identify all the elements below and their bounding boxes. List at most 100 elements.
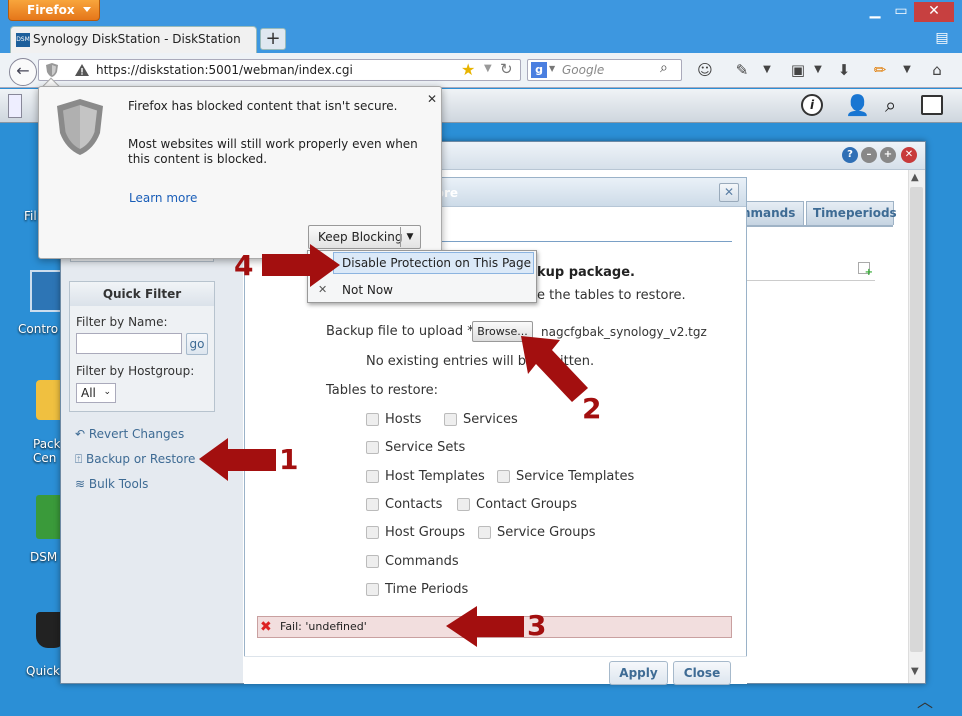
dialog-footer bbox=[244, 656, 747, 684]
dialog-close-button[interactable]: ✕ bbox=[719, 183, 739, 202]
minimize-app-icon[interactable]: – bbox=[861, 147, 877, 163]
close-button[interactable]: Close bbox=[673, 661, 731, 685]
keep-blocking-dropdown-icon[interactable]: ▼ bbox=[400, 227, 419, 247]
desktop-label-dsm: DSM bbox=[30, 550, 58, 564]
apply-button[interactable]: Apply bbox=[609, 661, 668, 685]
disable-protection-menu-item[interactable]: Disable Protection on This Page bbox=[342, 256, 531, 270]
not-now-icon: ✕ bbox=[318, 283, 328, 296]
dialog-instruction: e the tables to restore. bbox=[537, 288, 686, 303]
close-app-icon[interactable]: ✕ bbox=[901, 147, 917, 163]
user-icon[interactable]: 👤 bbox=[845, 93, 870, 117]
annotation-number-1: 1 bbox=[279, 443, 299, 476]
time-periods-checkbox[interactable] bbox=[366, 583, 379, 596]
search-icon[interactable]: ⌕ bbox=[885, 93, 896, 117]
menu-dropdown-icon[interactable]: ▼ bbox=[897, 60, 917, 80]
desktop-label-quick: Quick bbox=[26, 664, 60, 678]
shield-icon[interactable] bbox=[44, 62, 60, 78]
tab-list-icon[interactable]: ▤ bbox=[932, 30, 952, 48]
commands-checkbox[interactable] bbox=[366, 555, 379, 568]
time-periods-label: Time Periods bbox=[385, 582, 469, 597]
browse-button[interactable]: Browse... bbox=[472, 321, 533, 342]
overwrite-note-left: No existing entries will be o bbox=[366, 354, 547, 369]
go-button[interactable]: go bbox=[186, 333, 208, 355]
download-icon[interactable]: ⬇ bbox=[834, 60, 854, 80]
service-sets-checkbox[interactable] bbox=[366, 441, 379, 454]
bookmarks-dropdown-icon[interactable]: ▼ bbox=[808, 60, 828, 80]
desktop-label-file: Fil bbox=[24, 209, 37, 223]
tab-commands[interactable]: mmands bbox=[737, 201, 804, 225]
filter-name-input[interactable] bbox=[76, 333, 182, 354]
bulk-tools-link[interactable]: ≋ Bulk Tools bbox=[75, 477, 148, 491]
history-dropdown-icon[interactable]: ▼ bbox=[484, 63, 492, 74]
quick-filter-title: Quick Filter bbox=[70, 282, 214, 306]
backup-restore-link[interactable]: ⍐ Backup or Restore bbox=[75, 452, 195, 467]
ghostery-icon[interactable]: ☺ bbox=[695, 60, 715, 80]
services-checkbox[interactable] bbox=[444, 413, 457, 426]
new-tab-button[interactable]: + bbox=[260, 28, 286, 50]
scroll-up-icon[interactable]: ▲ bbox=[911, 172, 919, 183]
hosts-checkbox[interactable] bbox=[366, 413, 379, 426]
desktop-label-package: Pack Cen bbox=[33, 437, 61, 465]
panel-close-icon[interactable]: ✕ bbox=[427, 92, 437, 106]
service-templates-checkbox[interactable] bbox=[497, 470, 510, 483]
contact-groups-checkbox[interactable] bbox=[457, 498, 470, 511]
bulk-tools-label: Bulk Tools bbox=[88, 477, 149, 491]
dsm-main-menu-button[interactable] bbox=[8, 94, 22, 118]
panel-heading: Firefox has blocked content that isn't s… bbox=[128, 99, 398, 113]
host-templates-checkbox[interactable] bbox=[366, 470, 379, 483]
layers-icon: ≋ bbox=[75, 477, 89, 491]
firefox-menu-button[interactable]: Firefox bbox=[8, 0, 100, 21]
services-label: Services bbox=[463, 412, 518, 427]
pencil-icon[interactable]: ✏ bbox=[870, 60, 890, 80]
control-panel-icon[interactable] bbox=[30, 270, 64, 312]
maximize-app-icon[interactable]: + bbox=[880, 147, 896, 163]
scrollbar-thumb[interactable] bbox=[910, 187, 923, 652]
tables-to-restore-label: Tables to restore: bbox=[326, 383, 439, 398]
google-engine-icon[interactable]: g bbox=[531, 62, 547, 78]
search-icon[interactable]: ⌕ bbox=[660, 60, 668, 76]
revert-icon: ↶ bbox=[75, 427, 89, 441]
tab-title: Synology DiskStation - DiskStation bbox=[33, 32, 241, 46]
dialog-heading: kup package. bbox=[537, 265, 635, 280]
hostgroup-select-value: All bbox=[81, 386, 96, 400]
dropdown-icon[interactable]: ▼ bbox=[757, 60, 777, 80]
info-icon[interactable]: i bbox=[801, 94, 823, 116]
reload-icon[interactable]: ↻ bbox=[500, 60, 513, 78]
eyedropper-icon[interactable]: ✎ bbox=[732, 60, 752, 80]
bookmarks-menu-icon[interactable]: ▣ bbox=[788, 60, 808, 80]
contact-groups-label: Contact Groups bbox=[476, 497, 578, 512]
service-groups-label: Service Groups bbox=[497, 525, 596, 540]
annotation-number-3: 3 bbox=[527, 609, 547, 642]
close-window-button[interactable]: ✕ bbox=[914, 2, 954, 22]
revert-changes-label: Revert Changes bbox=[88, 427, 185, 441]
widgets-icon[interactable] bbox=[921, 95, 943, 115]
engine-dropdown-icon[interactable]: ▼ bbox=[549, 64, 555, 73]
chevron-down-icon: ⌄ bbox=[103, 387, 111, 397]
keep-blocking-label: Keep Blocking bbox=[318, 230, 403, 244]
backup-icon: ⍐ bbox=[75, 452, 87, 466]
tab-underline bbox=[747, 225, 893, 227]
home-icon[interactable]: ⌂ bbox=[927, 60, 947, 80]
dsm-favicon-icon: DSM bbox=[16, 33, 30, 47]
error-message: Fail: 'undefined' bbox=[280, 620, 367, 633]
learn-more-link[interactable]: Learn more bbox=[129, 191, 197, 205]
host-groups-checkbox[interactable] bbox=[366, 526, 379, 539]
hostgroup-select[interactable]: All ⌄ bbox=[76, 383, 116, 403]
maximize-button[interactable]: ▭ bbox=[888, 2, 914, 22]
desktop-label-control: Contro bbox=[18, 322, 59, 336]
scroll-down-icon[interactable]: ▼ bbox=[911, 666, 919, 677]
back-button[interactable]: ← bbox=[9, 58, 37, 86]
minimize-button[interactable]: ▁ bbox=[862, 2, 888, 22]
bookmark-star-icon[interactable]: ★ bbox=[461, 60, 475, 79]
tab-timeperiods[interactable]: Timeperiods bbox=[806, 201, 897, 225]
service-sets-label: Service Sets bbox=[385, 440, 466, 455]
revert-changes-link[interactable]: ↶ Revert Changes bbox=[75, 427, 184, 441]
service-groups-checkbox[interactable] bbox=[478, 526, 491, 539]
chevron-up-icon[interactable]: ︿ bbox=[912, 688, 938, 711]
browser-tab[interactable]: DSM Synology DiskStation - DiskStation bbox=[10, 26, 257, 53]
not-now-menu-item[interactable]: Not Now bbox=[342, 283, 393, 297]
help-icon[interactable]: ? bbox=[842, 147, 858, 163]
filter-name-label: Filter by Name: bbox=[76, 315, 168, 329]
contacts-checkbox[interactable] bbox=[366, 498, 379, 511]
add-icon[interactable]: + bbox=[858, 262, 873, 278]
